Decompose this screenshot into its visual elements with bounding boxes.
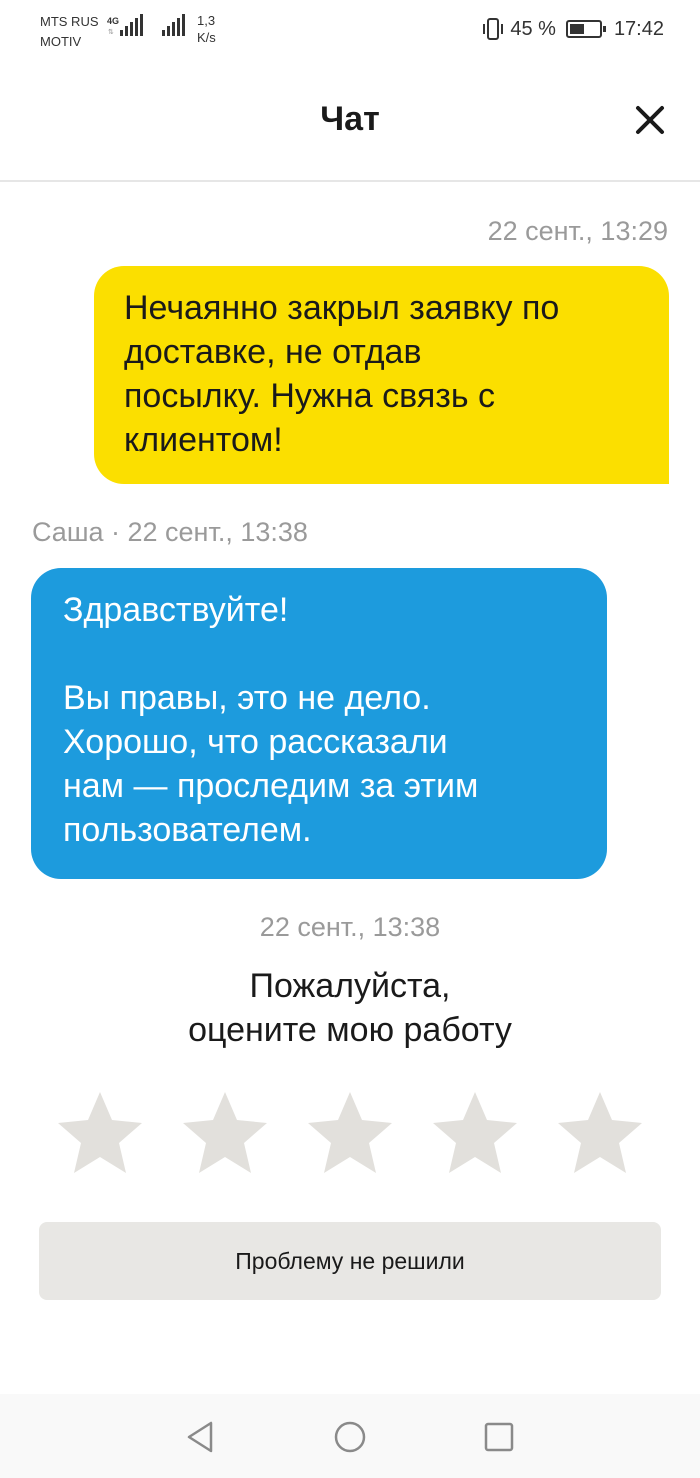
- vibrate-icon: [483, 18, 504, 40]
- incoming-message-bubble: Здравствуйте! Вы правы, это не дело. Хор…: [31, 568, 607, 879]
- chat-header: Чат: [0, 60, 700, 182]
- home-icon[interactable]: [333, 1420, 367, 1454]
- back-icon[interactable]: [184, 1420, 218, 1454]
- problem-not-solved-button[interactable]: Проблему не решили: [39, 1222, 661, 1300]
- star-rating: [55, 1088, 645, 1178]
- navigation-bar: [0, 1394, 700, 1478]
- message-line: Хорошо, что рассказали: [63, 723, 448, 761]
- message-line: Нечаянно закрыл заявку по: [124, 289, 560, 327]
- status-bar: MTS RUS MOTIV 4G ⇅ 1,3 K/s 45 % 17:42: [0, 0, 700, 60]
- network-speed: 1,3 K/s: [197, 12, 216, 46]
- carrier-name: MTS RUS: [40, 14, 99, 29]
- close-icon[interactable]: [630, 100, 670, 140]
- message-line: посылку. Нужна связь с: [124, 377, 495, 415]
- clock: 17:42: [613, 17, 664, 40]
- network-type: 4G: [107, 16, 120, 26]
- message-line: Вы правы, это не дело.: [63, 679, 431, 717]
- page-title: Чат: [320, 100, 380, 138]
- star-icon-5[interactable]: [555, 1088, 645, 1178]
- sender-and-timestamp: Саша · 22 сент., 13:38: [32, 517, 308, 547]
- recents-icon[interactable]: [482, 1420, 516, 1454]
- outgoing-message-bubble: Нечаянно закрыл заявку по доставке, не о…: [94, 266, 669, 484]
- star-icon-4[interactable]: [430, 1088, 520, 1178]
- message-timestamp: 22 сент., 13:29: [487, 216, 668, 246]
- star-icon-3[interactable]: [305, 1088, 395, 1178]
- message-line: доставке, не отдав: [124, 333, 422, 371]
- speed-value: 1,3: [197, 13, 216, 28]
- network-activity-icon: ⇅: [108, 29, 114, 36]
- carrier-sub: MOTIV: [40, 34, 82, 49]
- battery-icon: [565, 20, 606, 38]
- message-line: Здравствуйте!: [63, 591, 289, 629]
- rating-prompt-line: оцените мою работу: [188, 1011, 512, 1049]
- message-line: пользователем.: [63, 811, 312, 849]
- signal-strength-icon: [120, 14, 143, 36]
- star-icon-2[interactable]: [180, 1088, 270, 1178]
- message-line: нам — проследим за этим: [63, 767, 479, 805]
- carrier-info: MTS RUS MOTIV: [40, 12, 99, 52]
- status-right: 45 % 17:42: [482, 16, 664, 42]
- rating-prompt-line: Пожалуйста,: [249, 967, 451, 1005]
- rating-prompt: Пожалуйста, оцените мою работу: [0, 964, 700, 1052]
- star-icon-1[interactable]: [55, 1088, 145, 1178]
- message-line: клиентом!: [124, 421, 283, 459]
- rating-timestamp: 22 сент., 13:38: [259, 912, 441, 942]
- speed-unit: K/s: [197, 30, 216, 45]
- signal-strength-icon-sim2: [162, 14, 185, 36]
- battery-percent: 45 %: [510, 17, 556, 40]
